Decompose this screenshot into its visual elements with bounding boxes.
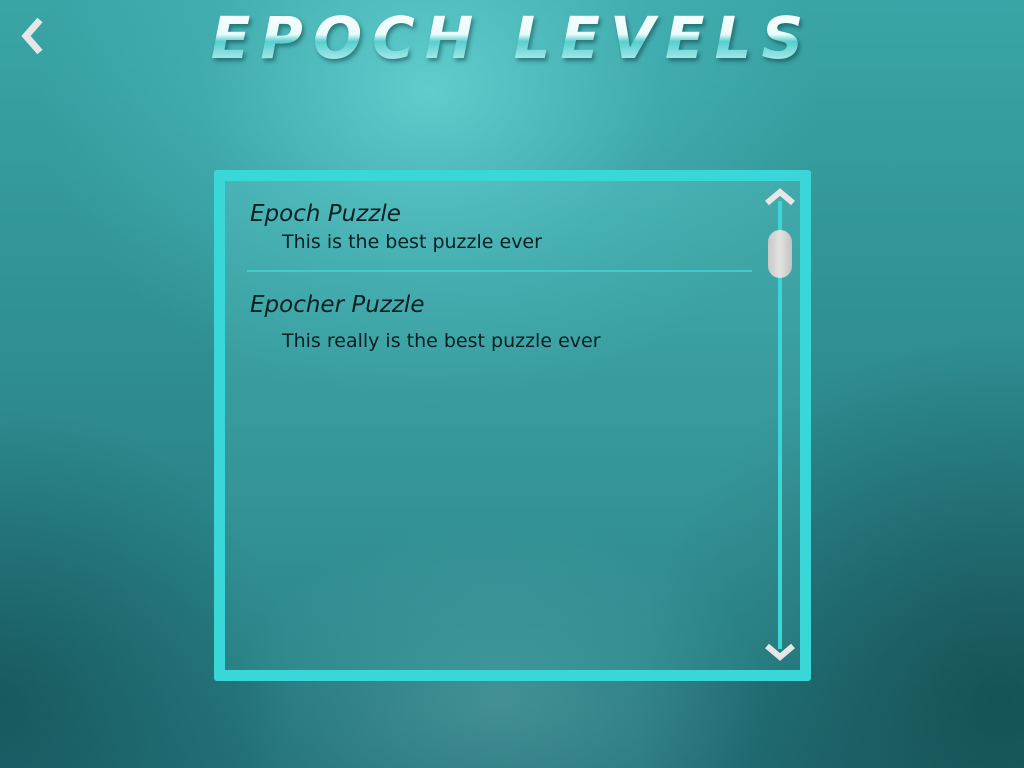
level-name: Epocher Puzzle bbox=[250, 292, 425, 318]
page-title: Epoch Levels bbox=[0, 2, 1024, 74]
level-item[interactable]: Epocher Puzzle This really is the best p… bbox=[247, 290, 757, 354]
level-description: This really is the best puzzle ever bbox=[282, 330, 601, 352]
level-name: Epoch Puzzle bbox=[250, 201, 401, 227]
level-list: Epoch Puzzle This is the best puzzle eve… bbox=[247, 199, 757, 354]
level-description: This is the best puzzle ever bbox=[282, 231, 542, 253]
chevron-up-icon bbox=[765, 188, 795, 206]
scroll-up-button[interactable] bbox=[764, 187, 796, 207]
divider bbox=[247, 270, 752, 272]
scrollbar[interactable] bbox=[763, 187, 797, 669]
level-item[interactable]: Epoch Puzzle This is the best puzzle eve… bbox=[247, 199, 757, 270]
scroll-down-button[interactable] bbox=[764, 642, 796, 662]
level-list-panel: Epoch Puzzle This is the best puzzle eve… bbox=[214, 170, 811, 681]
scroll-thumb[interactable] bbox=[768, 230, 792, 278]
chevron-down-icon bbox=[765, 643, 795, 661]
